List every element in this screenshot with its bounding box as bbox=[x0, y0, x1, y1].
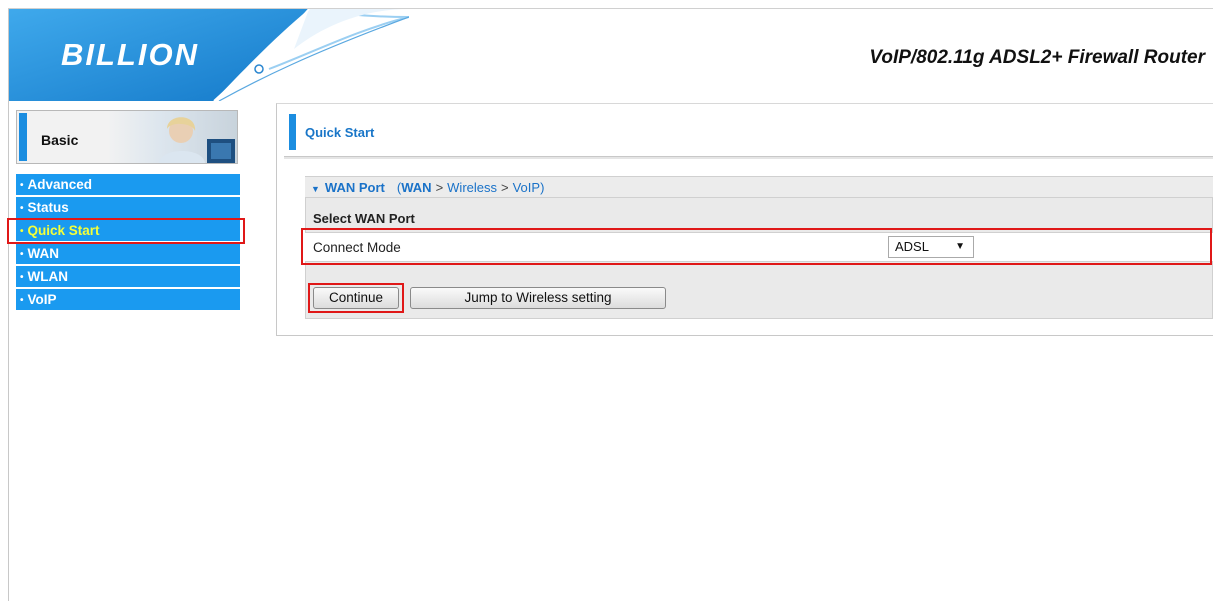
wan-port-header[interactable]: ▼ WAN Port (WAN > Wireless > VoIP) bbox=[305, 177, 1213, 198]
bullet-icon: • bbox=[20, 249, 24, 260]
product-title: VoIP/802.11g ADSL2+ Firewall Router bbox=[869, 47, 1205, 68]
basic-section-box[interactable]: Basic bbox=[16, 110, 238, 164]
sidebar-item-voip[interactable]: • VoIP bbox=[16, 289, 240, 310]
sidebar-item-wlan[interactable]: • WLAN bbox=[16, 266, 240, 287]
page-title-accent-bar bbox=[289, 114, 296, 150]
bullet-icon: • bbox=[20, 295, 24, 306]
breadcrumb: (WAN > Wireless > VoIP) bbox=[396, 180, 545, 195]
logo-panel: BILLION bbox=[9, 9, 409, 101]
breadcrumb-item-voip: VoIP bbox=[512, 180, 541, 195]
select-wan-port-label: Select WAN Port bbox=[313, 211, 415, 226]
breadcrumb-item-wan: WAN bbox=[401, 180, 432, 195]
breadcrumb-item-wireless: Wireless bbox=[447, 180, 497, 195]
sidebar-item-label: WAN bbox=[27, 246, 60, 261]
highlight-box-quick-start bbox=[7, 218, 245, 244]
highlight-box-connect-mode bbox=[301, 228, 1212, 265]
jump-to-wireless-button[interactable]: Jump to Wireless setting bbox=[410, 287, 666, 309]
basic-accent-bar bbox=[19, 113, 27, 161]
bullet-icon: • bbox=[20, 180, 24, 191]
sidebar-item-wan[interactable]: • WAN bbox=[16, 243, 240, 264]
billion-logo: BILLION bbox=[61, 37, 199, 72]
highlight-box-continue bbox=[308, 283, 404, 313]
user-photo-image bbox=[107, 111, 237, 163]
basic-label: Basic bbox=[41, 132, 79, 148]
sidebar-item-advanced[interactable]: • Advanced bbox=[16, 174, 240, 195]
sidebar-item-label: Advanced bbox=[27, 177, 93, 192]
collapse-arrow-icon[interactable]: ▼ bbox=[311, 184, 320, 194]
bullet-icon: • bbox=[20, 272, 24, 283]
bullet-icon: • bbox=[20, 203, 24, 214]
wan-port-title: WAN Port bbox=[324, 180, 385, 195]
header: BILLION VoIP/802.11g ADSL2+ Firewall Rou… bbox=[9, 9, 1213, 101]
title-divider bbox=[284, 156, 1213, 159]
sidebar-item-status[interactable]: • Status bbox=[16, 197, 240, 218]
page-title: Quick Start bbox=[305, 125, 375, 140]
sidebar-item-label: VoIP bbox=[27, 292, 57, 307]
select-wan-port-row: Select WAN Port bbox=[305, 208, 1213, 230]
sidebar-item-label: WLAN bbox=[27, 269, 69, 284]
sidebar-item-label: Status bbox=[27, 200, 69, 215]
